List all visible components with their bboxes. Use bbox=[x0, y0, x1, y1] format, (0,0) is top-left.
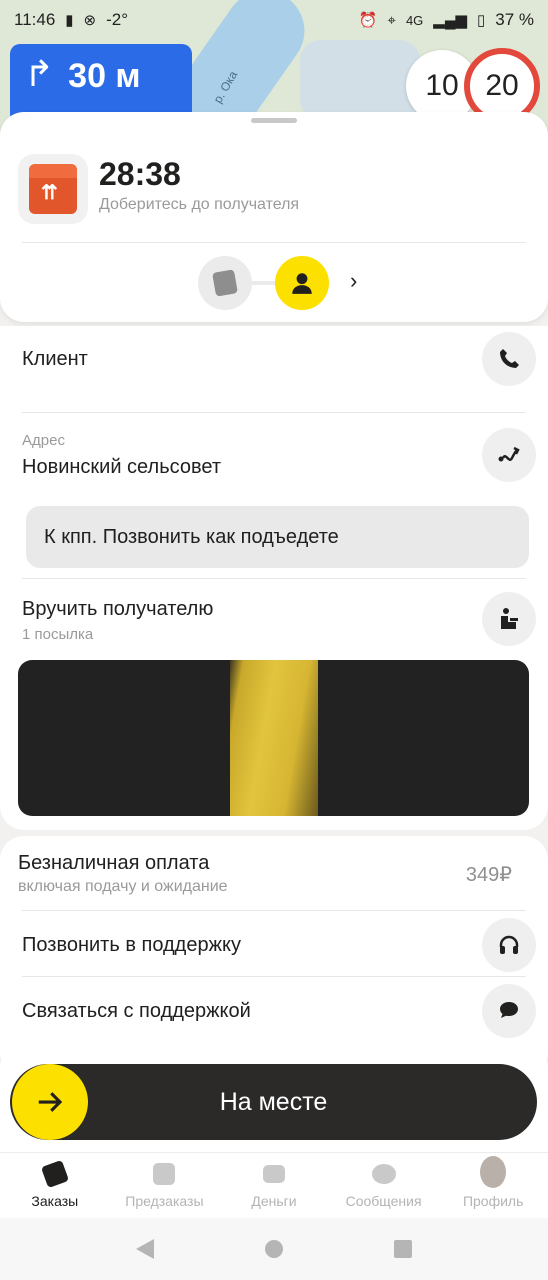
call-support-button[interactable] bbox=[482, 918, 536, 972]
address-label: Адрес bbox=[22, 432, 65, 449]
status-temperature: -2° bbox=[106, 10, 129, 29]
chat-bubble-icon bbox=[500, 1002, 518, 1018]
avatar-icon bbox=[480, 1156, 507, 1188]
parcel-box-icon: ⇈ bbox=[18, 154, 88, 224]
parcel-photo-image bbox=[230, 660, 318, 816]
tab-label: Сообщения bbox=[345, 1193, 422, 1209]
signal-icon: ▂▄▆ bbox=[433, 12, 467, 29]
parcel-icon bbox=[212, 269, 238, 297]
person-icon bbox=[292, 273, 312, 294]
tab-preorders[interactable]: Предзаказы bbox=[110, 1153, 220, 1218]
status-time: 11:46 bbox=[14, 10, 56, 29]
order-price: 349₽ bbox=[465, 864, 512, 886]
map-area bbox=[300, 40, 420, 120]
call-client-button[interactable] bbox=[482, 332, 536, 386]
bottom-tab-bar: Заказы Предзаказы Деньги Сообщения Профи… bbox=[0, 1152, 548, 1218]
turn-right-icon: ↱ bbox=[24, 53, 55, 94]
tab-label: Деньги bbox=[251, 1193, 297, 1209]
chat-support-button[interactable] bbox=[482, 984, 536, 1038]
arrow-right-icon bbox=[38, 1092, 63, 1112]
tab-label: Предзаказы bbox=[125, 1193, 204, 1209]
route-button[interactable] bbox=[482, 428, 536, 482]
divider bbox=[22, 242, 526, 243]
divider bbox=[22, 910, 526, 911]
payment-label: Безналичная оплата bbox=[18, 852, 210, 874]
maneuver-distance: 30 м bbox=[68, 57, 141, 95]
handover-label: Вручить получателю bbox=[22, 598, 214, 620]
tab-label: Профиль bbox=[462, 1193, 524, 1209]
tab-profile[interactable]: Профиль bbox=[438, 1153, 548, 1218]
parcel-photo[interactable] bbox=[18, 660, 529, 816]
delivery-comment: К кпп. Позвонить как подъедете bbox=[26, 506, 529, 568]
client-section: Клиент Адрес Новинский сельсовет К кпп. … bbox=[0, 326, 548, 830]
action-bar: На месте bbox=[0, 1044, 548, 1154]
arrived-label: На месте bbox=[219, 1087, 328, 1116]
route-icon bbox=[498, 446, 520, 462]
tab-messages[interactable]: Сообщения bbox=[329, 1153, 439, 1218]
contact-support-label[interactable]: Связаться с поддержкой bbox=[22, 1000, 251, 1023]
payment-subtitle: включая подачу и ожидание bbox=[18, 878, 228, 895]
phone-icon bbox=[500, 349, 519, 368]
tab-orders[interactable]: Заказы bbox=[0, 1153, 110, 1218]
battery-icon: ▯ bbox=[476, 12, 486, 29]
divider bbox=[22, 976, 526, 977]
back-icon[interactable] bbox=[135, 1239, 154, 1259]
order-header-card: ⇈ 28:38 Доберитесь до получателя › bbox=[0, 112, 548, 322]
battery-percent: 37 % bbox=[495, 10, 534, 29]
system-nav-bar bbox=[0, 1218, 548, 1280]
step-connector bbox=[250, 281, 278, 285]
notification-icon: ▮ bbox=[65, 12, 74, 29]
call-support-label[interactable]: Позвонить в поддержку bbox=[22, 934, 241, 957]
alarm-icon: ⏰ bbox=[358, 12, 378, 29]
divider bbox=[22, 412, 526, 413]
wallet-icon bbox=[261, 1161, 287, 1187]
handover-button[interactable] bbox=[482, 592, 536, 646]
eta-subtitle: Доберитесь до получателя bbox=[99, 196, 300, 213]
address-value: Новинский сельсовет bbox=[22, 456, 221, 478]
chat-icon bbox=[371, 1161, 397, 1187]
divider bbox=[22, 578, 526, 579]
step-pickup[interactable] bbox=[198, 256, 252, 310]
handover-parcel-count: 1 посылка bbox=[22, 626, 94, 643]
calendar-icon bbox=[151, 1161, 177, 1187]
app-notification-icon: ⊗ bbox=[83, 12, 97, 29]
network-type: 4G bbox=[405, 12, 424, 28]
tab-money[interactable]: Деньги bbox=[219, 1153, 329, 1218]
client-label: Клиент bbox=[22, 348, 88, 370]
status-bar: 11:46 ▮ ⊗ -2° ⏰ ⌖ 4G ▂▄▆ ▯ 37 % bbox=[0, 0, 548, 40]
step-recipient[interactable] bbox=[275, 256, 329, 310]
handover-person-icon bbox=[501, 608, 518, 629]
arrived-slider[interactable]: На месте bbox=[10, 1064, 537, 1140]
recent-apps-icon[interactable] bbox=[394, 1240, 413, 1258]
box-icon bbox=[40, 1159, 69, 1189]
home-icon[interactable] bbox=[264, 1240, 283, 1258]
slider-knob[interactable] bbox=[12, 1064, 88, 1140]
headset-icon bbox=[499, 935, 519, 954]
chevron-right-icon[interactable]: › bbox=[350, 268, 357, 294]
drag-handle[interactable] bbox=[251, 118, 297, 123]
eta-time: 28:38 bbox=[99, 156, 181, 192]
location-icon: ⌖ bbox=[387, 11, 396, 29]
payment-section: Безналичная оплата включая подачу и ожид… bbox=[0, 836, 548, 1076]
tab-label: Заказы bbox=[31, 1193, 79, 1209]
